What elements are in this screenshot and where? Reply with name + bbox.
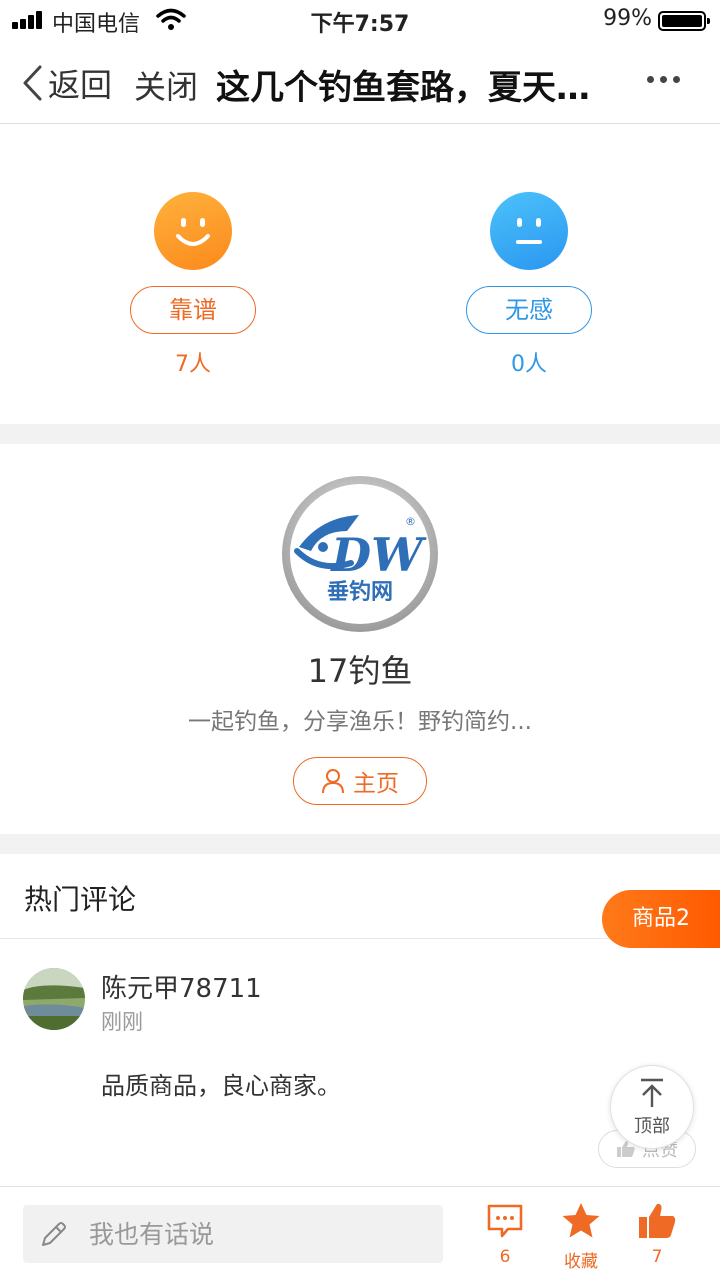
- arrow-up-icon: [641, 1078, 663, 1107]
- comment-input-box[interactable]: [23, 1205, 443, 1263]
- more-icon[interactable]: [647, 76, 680, 83]
- favorite-button[interactable]: 收藏: [546, 1201, 616, 1272]
- section-divider: [0, 834, 720, 854]
- comment-input[interactable]: [89, 1219, 409, 1249]
- neutral-face-icon[interactable]: [490, 192, 568, 270]
- battery-percent: 99%: [603, 6, 652, 31]
- author-card: DW 垂钓网 ® 17钓鱼 一起钓鱼，分享渔乐！野钓简约... 主页: [0, 444, 720, 834]
- avatar[interactable]: [23, 968, 85, 1030]
- comment-text: 品质商品，良心商家。: [101, 1072, 341, 1100]
- logo-caption: 垂钓网: [327, 579, 393, 605]
- neutral-button[interactable]: 无感: [466, 286, 592, 334]
- thumbs-up-icon: [639, 1203, 676, 1238]
- comment-count-button[interactable]: 6: [470, 1201, 540, 1267]
- page-title: 这几个钓鱼套路，夏天…: [216, 68, 590, 108]
- comments-title: 热门评论: [24, 883, 137, 916]
- neutral-count: 0人: [511, 352, 547, 377]
- rating-reliable: 靠谱 7人: [128, 192, 258, 378]
- author-logo[interactable]: DW 垂钓网 ®: [281, 475, 439, 633]
- nav-bar: 返回 关闭 这几个钓鱼套路，夏天…: [0, 40, 720, 124]
- rating-neutral: 无感 0人: [464, 192, 594, 378]
- section-divider: [0, 424, 720, 444]
- comment-count: 6: [499, 1247, 511, 1267]
- chevron-left-icon: [23, 65, 42, 101]
- status-bar: 中国电信 下午7:57 99%: [0, 0, 720, 40]
- author-description: 一起钓鱼，分享渔乐！野钓简约...: [188, 709, 532, 735]
- comment-icon: [487, 1204, 523, 1238]
- like-button[interactable]: 7: [622, 1201, 692, 1267]
- back-button[interactable]: 返回: [20, 60, 112, 106]
- favorite-label: 收藏: [564, 1252, 598, 1272]
- home-label: 主页: [353, 771, 399, 797]
- user-icon: [322, 769, 344, 794]
- pencil-icon: [42, 1222, 66, 1246]
- home-button[interactable]: 主页: [293, 757, 427, 805]
- back-to-top-label: 顶部: [634, 1116, 670, 1137]
- reliable-button[interactable]: 靠谱: [130, 286, 256, 334]
- smile-face-icon[interactable]: [154, 192, 232, 270]
- close-button[interactable]: 关闭: [134, 62, 198, 108]
- rating-section: 靠谱 7人 无感 0人: [0, 124, 720, 424]
- back-to-top-button[interactable]: 顶部: [610, 1065, 694, 1149]
- battery-icon: [658, 11, 710, 31]
- star-icon: [562, 1203, 600, 1238]
- comment-time: 刚刚: [101, 1010, 143, 1034]
- logo-text: DW: [329, 528, 427, 582]
- reliable-count: 7人: [175, 352, 211, 377]
- like-count: 7: [651, 1247, 663, 1267]
- bottom-bar: 6 收藏 7: [0, 1186, 720, 1280]
- author-name[interactable]: 17钓鱼: [0, 646, 720, 692]
- comment-user[interactable]: 陈元甲78711: [101, 968, 262, 1005]
- back-label: 返回: [48, 66, 113, 104]
- svg-text:®: ®: [405, 515, 416, 528]
